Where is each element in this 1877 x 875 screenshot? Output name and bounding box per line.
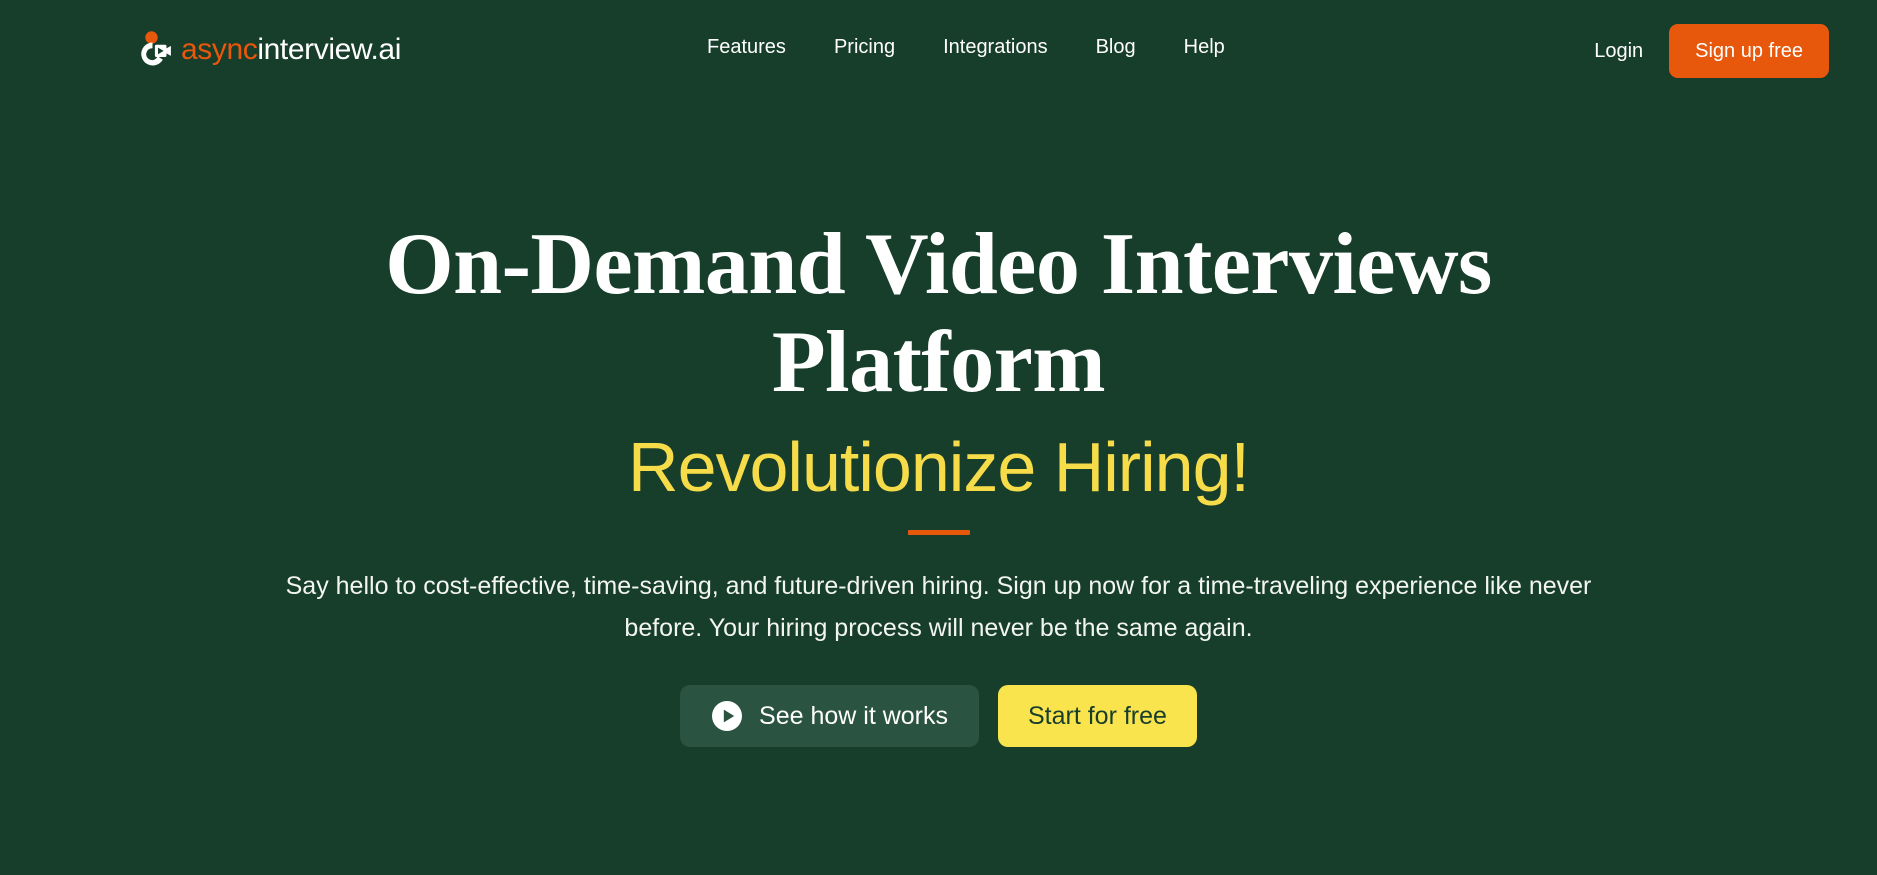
main-navigation: Features Pricing Integrations Blog Help <box>683 34 1249 60</box>
brand-wordmark-rest: interview.ai <box>257 33 401 66</box>
nav-item-pricing[interactable]: Pricing <box>810 34 919 60</box>
nav-item-help[interactable]: Help <box>1160 34 1249 60</box>
see-how-it-works-button[interactable]: See how it works <box>680 685 979 747</box>
start-for-free-button[interactable]: Start for free <box>998 685 1197 747</box>
hero-subheadline: Revolutionize Hiring! <box>628 428 1250 506</box>
site-header: asyncinterview.ai Features Pricing Integ… <box>0 0 1877 94</box>
brand-logo-link[interactable]: asyncinterview.ai <box>131 30 401 70</box>
hero-cta-group: See how it works Start for free <box>0 685 1877 747</box>
login-link[interactable]: Login <box>1590 34 1647 69</box>
nav-item-blog[interactable]: Blog <box>1072 34 1160 60</box>
hero-section: On-Demand Video Interviews Platform Revo… <box>0 94 1877 747</box>
brand-wordmark-async: async <box>181 33 258 66</box>
hero-description: Say hello to cost-effective, time-saving… <box>285 572 1592 642</box>
see-how-it-works-label: See how it works <box>759 701 948 730</box>
play-circle-icon <box>712 701 743 731</box>
brand-wordmark: asyncinterview.ai <box>181 35 401 65</box>
signup-free-button[interactable]: Sign up free <box>1669 24 1829 78</box>
nav-item-integrations[interactable]: Integrations <box>919 34 1072 60</box>
landing-page: asyncinterview.ai Features Pricing Integ… <box>0 0 1877 875</box>
asyncinterview-logo-icon <box>141 31 171 66</box>
hero-divider <box>907 530 970 535</box>
nav-item-features[interactable]: Features <box>683 34 810 60</box>
hero-headline: On-Demand Video Interviews Platform <box>385 216 1492 411</box>
auth-actions: Login Sign up free <box>1590 24 1829 78</box>
